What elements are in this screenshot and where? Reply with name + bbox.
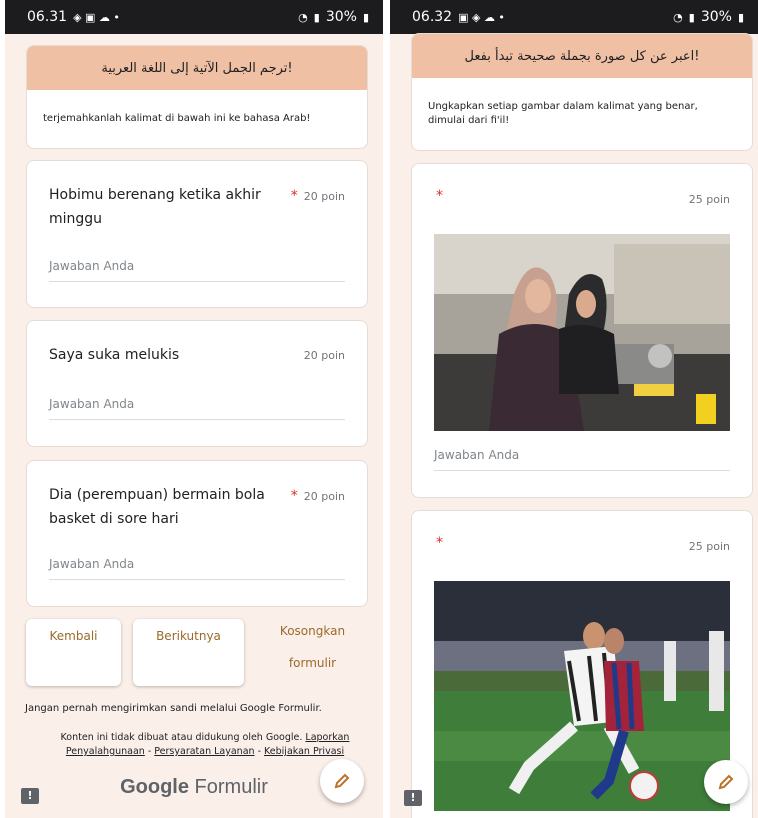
battery-icon: ▮ (737, 10, 744, 24)
question-points: * 20 poin (290, 488, 345, 504)
question-title: Saya suka melukis (49, 347, 180, 363)
question-points: 25 poin (688, 540, 730, 553)
required-mark: * (436, 188, 443, 204)
battery-level: 30% (325, 9, 357, 25)
terms-link[interactable]: Persyaratan Layanan (154, 746, 254, 757)
status-bar: 06.31 ◈ ▣ ☁ • ◔ ▮ 30% ▮ (5, 0, 383, 34)
right-phone-screen: 06.32 ▣ ◈ ☁ • ◔ ▮ 30% ▮ !اعبر عن كل صورة… (390, 0, 758, 818)
question-card: Dia (perempuan) bermain bola basket di s… (26, 460, 368, 607)
status-bar: 06.32 ▣ ◈ ☁ • ◔ ▮ 30% ▮ (390, 0, 758, 34)
required-mark: * (290, 488, 298, 504)
edit-pencil-icon[interactable] (704, 760, 748, 804)
answer-input[interactable]: Jawaban Anda (434, 448, 730, 471)
question-points: 25 poin (688, 193, 730, 206)
notification-icons: ▣ ◈ ☁ • (458, 10, 505, 24)
question-card: Hobimu berenang ketika akhir minggu * 20 … (26, 160, 368, 308)
status-time: 06.31 (27, 9, 68, 25)
question-points: 20 poin (303, 349, 345, 362)
form-description: terjemahkanlah kalimat di bawah ini ke b… (43, 113, 311, 124)
wifi-icon: ◔ (298, 10, 308, 24)
report-icon[interactable]: ! (21, 788, 39, 804)
edit-pencil-icon[interactable] (320, 759, 364, 803)
answer-input[interactable]: Jawaban Anda (49, 259, 345, 282)
signal-icon: ▮ (688, 10, 695, 24)
signal-icon: ▮ (313, 10, 320, 24)
password-warning: Jangan pernah mengirimkan sandi melalui … (25, 703, 322, 714)
battery-level: 30% (700, 9, 732, 25)
form-title: !ترجم الجمل الآتية إلى اللغة العربية (27, 46, 367, 90)
question-card: * 25 poin Jawaban Anda (411, 163, 753, 498)
question-image (434, 581, 730, 811)
question-points: * 20 poin (290, 188, 345, 204)
required-mark: * (290, 188, 298, 204)
privacy-link[interactable]: Kebijakan Privasi (264, 746, 344, 757)
back-button[interactable]: Kembali (26, 619, 121, 686)
answer-input[interactable]: Jawaban Anda (49, 557, 345, 580)
question-image (434, 234, 730, 431)
form-header-card: !اعبر عن كل صورة بجملة صحيحة تبدأ بفعل U… (411, 33, 753, 151)
wifi-icon: ◔ (673, 10, 683, 24)
required-mark: * (436, 535, 443, 551)
report-icon[interactable]: ! (404, 790, 422, 806)
form-description: Ungkapkan setiap gambar dalam kalimat ya… (428, 101, 698, 126)
question-card: Saya suka melukis 20 poin Jawaban Anda (26, 320, 368, 447)
question-title: Hobimu berenang ketika akhir minggu (49, 187, 261, 227)
status-time: 06.32 (412, 9, 453, 25)
clear-form-button[interactable]: Kosongkan formulir (260, 618, 365, 676)
legal-notice: Konten ini tidak dibuat atau didukung ol… (60, 732, 350, 757)
question-card: * 25 poin (411, 510, 753, 818)
notification-icons: ◈ ▣ ☁ • (73, 10, 120, 24)
left-phone-screen: 06.31 ◈ ▣ ☁ • ◔ ▮ 30% ▮ !ترجم الجمل الآت… (5, 0, 383, 818)
answer-input[interactable]: Jawaban Anda (49, 397, 345, 420)
form-header-card: !ترجم الجمل الآتية إلى اللغة العربية ter… (26, 45, 368, 149)
next-button[interactable]: Berikutnya (133, 619, 244, 686)
question-title: Dia (perempuan) bermain bola basket di s… (49, 487, 265, 527)
battery-icon: ▮ (362, 10, 369, 24)
form-title: !اعبر عن كل صورة بجملة صحيحة تبدأ بفعل (412, 34, 752, 78)
